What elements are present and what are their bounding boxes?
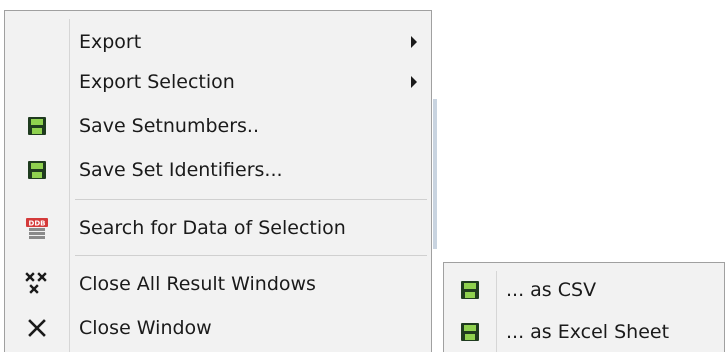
submenu-arrow-icon	[411, 76, 417, 88]
export-submenu: ... as CSV ... as Excel Sheet	[443, 262, 725, 352]
floppy-disk-icon	[461, 323, 479, 341]
menu-separator	[75, 255, 427, 256]
menu-item-icon-slot	[5, 23, 69, 61]
menu-item-label: Search for Data of Selection	[79, 217, 346, 239]
screen: Export Export Selection Save Setnumbers.…	[0, 0, 725, 352]
menu-item-label: Save Set Identifiers...	[79, 159, 283, 181]
menu-item-save-set-identifiers[interactable]: Save Set Identifiers...	[5, 151, 431, 189]
menu-item-close-all-result-windows[interactable]: Close All Result Windows	[5, 265, 431, 303]
submenu-item-as-csv[interactable]: ... as CSV	[444, 271, 724, 309]
ddb-database-icon: DDB	[26, 218, 48, 239]
close-icon	[28, 319, 46, 337]
menu-item-icon-slot	[5, 63, 69, 101]
icon-slot	[444, 271, 496, 309]
menu-item-label: Save Setnumbers..	[79, 115, 260, 137]
context-menu: Export Export Selection Save Setnumbers.…	[4, 10, 437, 352]
submenu-arrow-icon	[411, 36, 417, 48]
menu-item-export[interactable]: Export	[5, 23, 431, 61]
menu-item-label: ... as CSV	[506, 279, 597, 301]
floppy-disk-icon	[28, 161, 46, 179]
menu-item-label: ... as Excel Sheet	[506, 321, 670, 343]
menu-item-label: Close Window	[79, 317, 212, 339]
menu-separator	[75, 199, 427, 200]
menu-edge-strip	[433, 99, 437, 249]
icon-slot	[5, 151, 69, 189]
icon-slot	[444, 313, 496, 351]
menu-item-search-data-selection[interactable]: DDB Search for Data of Selection	[5, 209, 431, 247]
ddb-badge-text: DDB	[29, 220, 46, 228]
close-all-icon	[25, 272, 47, 294]
icon-slot	[5, 265, 69, 303]
menu-item-close-window[interactable]: Close Window	[5, 309, 431, 347]
menu-item-label: Close All Result Windows	[79, 273, 316, 295]
icon-slot	[5, 107, 69, 145]
menu-item-label: Export	[79, 31, 142, 53]
menu-item-label: Export Selection	[79, 71, 235, 93]
icon-slot	[5, 309, 69, 347]
menu-item-export-selection[interactable]: Export Selection	[5, 63, 431, 101]
submenu-item-as-excel-sheet[interactable]: ... as Excel Sheet	[444, 313, 724, 351]
menu-item-save-setnumbers[interactable]: Save Setnumbers..	[5, 107, 431, 145]
floppy-disk-icon	[28, 117, 46, 135]
icon-slot: DDB	[5, 209, 69, 247]
floppy-disk-icon	[461, 281, 479, 299]
